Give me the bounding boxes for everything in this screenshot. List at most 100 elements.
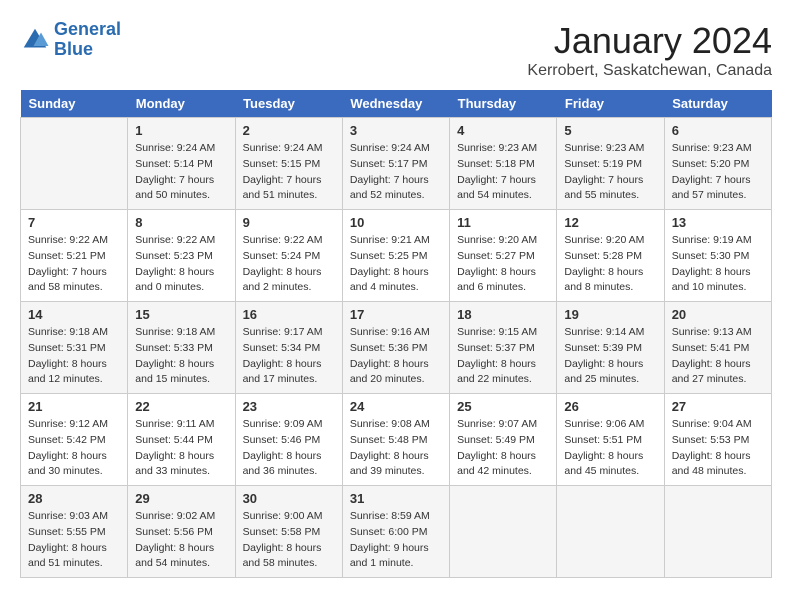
day-number: 8	[135, 215, 227, 230]
day-number: 24	[350, 399, 442, 414]
day-number: 31	[350, 491, 442, 506]
calendar-week-row: 14 Sunrise: 9:18 AM Sunset: 5:31 PM Dayli…	[21, 302, 772, 394]
calendar-cell: 10 Sunrise: 9:21 AM Sunset: 5:25 PM Dayli…	[342, 210, 449, 302]
day-header-saturday: Saturday	[664, 90, 771, 118]
calendar-week-row: 7Sunrise: 9:22 AM Sunset: 5:21 PM Daylig…	[21, 210, 772, 302]
calendar-cell: 16 Sunrise: 9:17 AM Sunset: 5:34 PM Dayli…	[235, 302, 342, 394]
day-number: 11	[457, 215, 549, 230]
cell-info: Sunrise: 9:20 AM Sunset: 5:28 PM Dayligh…	[564, 233, 656, 296]
calendar-cell: 21 Sunrise: 9:12 AM Sunset: 5:42 PM Dayli…	[21, 394, 128, 486]
cell-info: Sunrise: 9:21 AM Sunset: 5:25 PM Dayligh…	[350, 233, 442, 296]
page-header: General Blue January 2024 Kerrobert, Sas…	[20, 20, 772, 80]
cell-info: Sunrise: 9:17 AM Sunset: 5:34 PM Dayligh…	[243, 325, 335, 388]
calendar-cell	[450, 486, 557, 578]
cell-info: Sunrise: 9:20 AM Sunset: 5:27 PM Dayligh…	[457, 233, 549, 296]
day-number: 9	[243, 215, 335, 230]
cell-info: Sunrise: 9:19 AM Sunset: 5:30 PM Dayligh…	[672, 233, 764, 296]
calendar-cell: 13 Sunrise: 9:19 AM Sunset: 5:30 PM Dayli…	[664, 210, 771, 302]
calendar-cell: 27 Sunrise: 9:04 AM Sunset: 5:53 PM Dayli…	[664, 394, 771, 486]
cell-info: Sunrise: 9:04 AM Sunset: 5:53 PM Dayligh…	[672, 417, 764, 480]
day-number: 30	[243, 491, 335, 506]
calendar-week-row: 21 Sunrise: 9:12 AM Sunset: 5:42 PM Dayli…	[21, 394, 772, 486]
cell-info: Sunrise: 9:22 AM Sunset: 5:24 PM Dayligh…	[243, 233, 335, 296]
day-number: 10	[350, 215, 442, 230]
day-header-tuesday: Tuesday	[235, 90, 342, 118]
calendar-cell: 14 Sunrise: 9:18 AM Sunset: 5:31 PM Dayli…	[21, 302, 128, 394]
day-number: 16	[243, 307, 335, 322]
cell-info: Sunrise: 9:23 AM Sunset: 5:19 PM Dayligh…	[564, 141, 656, 204]
calendar-cell: 7Sunrise: 9:22 AM Sunset: 5:21 PM Daylig…	[21, 210, 128, 302]
day-number: 1	[135, 123, 227, 138]
logo-text: General Blue	[54, 20, 121, 60]
cell-info: Sunrise: 9:16 AM Sunset: 5:36 PM Dayligh…	[350, 325, 442, 388]
calendar-cell: 17 Sunrise: 9:16 AM Sunset: 5:36 PM Dayli…	[342, 302, 449, 394]
calendar-cell: 26 Sunrise: 9:06 AM Sunset: 5:51 PM Dayli…	[557, 394, 664, 486]
calendar-cell: 24 Sunrise: 9:08 AM Sunset: 5:48 PM Dayli…	[342, 394, 449, 486]
day-number: 2	[243, 123, 335, 138]
cell-info: Sunrise: 9:24 AM Sunset: 5:15 PM Dayligh…	[243, 141, 335, 204]
day-number: 5	[564, 123, 656, 138]
cell-info: Sunrise: 9:22 AM Sunset: 5:21 PM Dayligh…	[28, 233, 120, 296]
calendar-cell: 20 Sunrise: 9:13 AM Sunset: 5:41 PM Dayli…	[664, 302, 771, 394]
calendar-cell: 30 Sunrise: 9:00 AM Sunset: 5:58 PM Dayli…	[235, 486, 342, 578]
day-header-monday: Monday	[128, 90, 235, 118]
day-number: 25	[457, 399, 549, 414]
day-number: 17	[350, 307, 442, 322]
day-number: 20	[672, 307, 764, 322]
calendar-cell: 15Sunrise: 9:18 AM Sunset: 5:33 PM Dayli…	[128, 302, 235, 394]
location: Kerrobert, Saskatchewan, Canada	[527, 62, 772, 80]
cell-info: Sunrise: 8:59 AM Sunset: 6:00 PM Dayligh…	[350, 509, 442, 572]
cell-info: Sunrise: 9:07 AM Sunset: 5:49 PM Dayligh…	[457, 417, 549, 480]
cell-info: Sunrise: 9:15 AM Sunset: 5:37 PM Dayligh…	[457, 325, 549, 388]
day-number: 4	[457, 123, 549, 138]
calendar-cell: 19Sunrise: 9:14 AM Sunset: 5:39 PM Dayli…	[557, 302, 664, 394]
day-header-sunday: Sunday	[21, 90, 128, 118]
cell-info: Sunrise: 9:13 AM Sunset: 5:41 PM Dayligh…	[672, 325, 764, 388]
title-block: January 2024 Kerrobert, Saskatchewan, Ca…	[527, 20, 772, 80]
day-header-wednesday: Wednesday	[342, 90, 449, 118]
cell-info: Sunrise: 9:00 AM Sunset: 5:58 PM Dayligh…	[243, 509, 335, 572]
cell-info: Sunrise: 9:23 AM Sunset: 5:18 PM Dayligh…	[457, 141, 549, 204]
calendar-cell: 2 Sunrise: 9:24 AM Sunset: 5:15 PM Daylig…	[235, 118, 342, 210]
calendar-week-row: 28 Sunrise: 9:03 AM Sunset: 5:55 PM Dayli…	[21, 486, 772, 578]
cell-info: Sunrise: 9:11 AM Sunset: 5:44 PM Dayligh…	[135, 417, 227, 480]
cell-info: Sunrise: 9:03 AM Sunset: 5:55 PM Dayligh…	[28, 509, 120, 572]
day-header-friday: Friday	[557, 90, 664, 118]
cell-info: Sunrise: 9:08 AM Sunset: 5:48 PM Dayligh…	[350, 417, 442, 480]
day-number: 27	[672, 399, 764, 414]
day-header-thursday: Thursday	[450, 90, 557, 118]
day-number: 28	[28, 491, 120, 506]
calendar-cell: 12 Sunrise: 9:20 AM Sunset: 5:28 PM Dayli…	[557, 210, 664, 302]
day-number: 19	[564, 307, 656, 322]
logo: General Blue	[20, 20, 121, 60]
cell-info: Sunrise: 9:06 AM Sunset: 5:51 PM Dayligh…	[564, 417, 656, 480]
calendar-cell: 8 Sunrise: 9:22 AM Sunset: 5:23 PM Daylig…	[128, 210, 235, 302]
logo-icon	[20, 25, 50, 55]
calendar-cell: 23Sunrise: 9:09 AM Sunset: 5:46 PM Dayli…	[235, 394, 342, 486]
day-number: 14	[28, 307, 120, 322]
calendar-cell: 25 Sunrise: 9:07 AM Sunset: 5:49 PM Dayli…	[450, 394, 557, 486]
calendar-cell: 6 Sunrise: 9:23 AM Sunset: 5:20 PM Daylig…	[664, 118, 771, 210]
calendar-cell: 31 Sunrise: 8:59 AM Sunset: 6:00 PM Dayli…	[342, 486, 449, 578]
day-number: 6	[672, 123, 764, 138]
calendar-cell: 29Sunrise: 9:02 AM Sunset: 5:56 PM Dayli…	[128, 486, 235, 578]
cell-info: Sunrise: 9:12 AM Sunset: 5:42 PM Dayligh…	[28, 417, 120, 480]
calendar-cell: 9 Sunrise: 9:22 AM Sunset: 5:24 PM Daylig…	[235, 210, 342, 302]
calendar-cell: 5 Sunrise: 9:23 AM Sunset: 5:19 PM Daylig…	[557, 118, 664, 210]
day-number: 18	[457, 307, 549, 322]
calendar-cell: 4 Sunrise: 9:23 AM Sunset: 5:18 PM Daylig…	[450, 118, 557, 210]
cell-info: Sunrise: 9:18 AM Sunset: 5:31 PM Dayligh…	[28, 325, 120, 388]
day-number: 26	[564, 399, 656, 414]
cell-info: Sunrise: 9:24 AM Sunset: 5:14 PM Dayligh…	[135, 141, 227, 204]
calendar-header-row: SundayMondayTuesdayWednesdayThursdayFrid…	[21, 90, 772, 118]
cell-info: Sunrise: 9:23 AM Sunset: 5:20 PM Dayligh…	[672, 141, 764, 204]
calendar-cell	[557, 486, 664, 578]
day-number: 15	[135, 307, 227, 322]
calendar-cell: 3Sunrise: 9:24 AM Sunset: 5:17 PM Daylig…	[342, 118, 449, 210]
day-number: 13	[672, 215, 764, 230]
day-number: 12	[564, 215, 656, 230]
day-number: 21	[28, 399, 120, 414]
day-number: 22	[135, 399, 227, 414]
month-title: January 2024	[527, 20, 772, 62]
cell-info: Sunrise: 9:22 AM Sunset: 5:23 PM Dayligh…	[135, 233, 227, 296]
